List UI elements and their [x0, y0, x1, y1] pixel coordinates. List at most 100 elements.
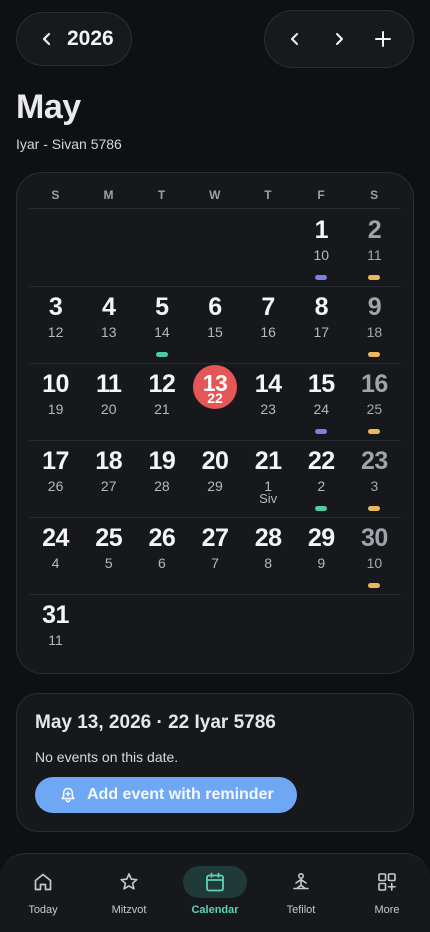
day-cell[interactable]: 14 23: [242, 364, 295, 440]
hebrew-day-number: 2: [317, 478, 326, 494]
event-indicator-yellow: [368, 429, 381, 434]
hebrew-day-number: 10: [313, 247, 330, 263]
empty-day-cell: [188, 210, 241, 286]
calendar-week-row: 31 11: [29, 595, 401, 672]
hebrew-day-number: 17: [313, 324, 330, 340]
star-icon: [120, 873, 138, 890]
calendar-weeks: 1 10 2 11 3 12 4 13 5 14 6 15 7 16 8 17 9 18 10 19 11 20 12 21 1…: [29, 210, 401, 672]
day-cell[interactable]: 7 16: [242, 287, 295, 363]
hebrew-day-number: 4: [51, 555, 60, 571]
event-indicator-yellow: [368, 352, 381, 357]
day-cell[interactable]: 27 7: [188, 518, 241, 594]
day-number: 6: [208, 293, 222, 321]
nav-item-today[interactable]: Today: [0, 866, 86, 932]
day-cell[interactable]: 8 17: [295, 287, 348, 363]
hebrew-day-number: 25: [366, 401, 383, 417]
no-events-text: No events on this date.: [35, 749, 179, 765]
weekday-label: M: [103, 188, 114, 202]
empty-day-cell: [348, 595, 401, 672]
hebrew-day-number: 21: [154, 401, 170, 417]
day-cell[interactable]: 29 9: [295, 518, 348, 594]
hebrew-day-number: 14: [154, 324, 170, 340]
day-number: 20: [201, 447, 229, 475]
day-cell[interactable]: 30 10: [348, 518, 401, 594]
hebrew-day-number: 29: [207, 478, 223, 494]
weekday-label: T: [264, 188, 273, 202]
day-cell[interactable]: 5 14: [135, 287, 188, 363]
day-cell[interactable]: 21 1 Siv: [242, 441, 295, 517]
hebrew-day-number: 23: [260, 401, 276, 417]
day-cell[interactable]: 6 15: [188, 287, 241, 363]
day-number: 27: [201, 524, 229, 552]
day-number: 7: [261, 293, 275, 321]
day-number: 10: [42, 370, 69, 398]
day-number: 5: [155, 293, 169, 321]
weekday-header: S M T W T F S: [29, 173, 401, 209]
hebrew-month-label: Siv: [259, 491, 278, 506]
day-cell[interactable]: 28 8: [242, 518, 295, 594]
day-cell[interactable]: 11 20: [82, 364, 135, 440]
nav-label: More: [374, 904, 400, 916]
chevron-right-icon: [336, 33, 343, 45]
day-number: 24: [42, 524, 69, 552]
day-cell[interactable]: 12 21: [135, 364, 188, 440]
day-number: 25: [95, 524, 123, 552]
day-number: 2: [367, 216, 382, 244]
day-cell[interactable]: 23 3: [348, 441, 401, 517]
event-indicator-purple: [315, 429, 328, 434]
hebrew-day-number: 18: [366, 324, 383, 340]
day-number: 14: [254, 370, 282, 398]
day-cell[interactable]: 19 28: [135, 441, 188, 517]
day-number: 9: [367, 293, 382, 321]
day-cell[interactable]: 24 4: [29, 518, 82, 594]
day-cell[interactable]: 4 13: [82, 287, 135, 363]
calendar-week-row: 10 19 11 20 12 21 13 22 14 23 15 24 16 25: [29, 364, 401, 441]
hebrew-day-number: 16: [260, 324, 276, 340]
hebrew-day-number: 20: [100, 401, 117, 417]
day-cell[interactable]: 2 11: [348, 210, 401, 286]
nav-item-mitzvot[interactable]: Mitzvot: [86, 866, 172, 932]
day-cell[interactable]: 16 25: [348, 364, 401, 440]
next-month-button[interactable]: [321, 21, 357, 57]
day-cell-today[interactable]: 13 22: [188, 364, 241, 440]
month-title: May: [16, 88, 81, 126]
day-cell[interactable]: 17 26: [29, 441, 82, 517]
day-cell[interactable]: 15 24: [295, 364, 348, 440]
grid-plus-icon: [378, 873, 396, 891]
empty-day-cell: [135, 210, 188, 286]
day-cell[interactable]: 31 11: [29, 595, 82, 672]
chevron-left-icon: [42, 32, 51, 46]
day-cell[interactable]: 22 2: [295, 441, 348, 517]
hebrew-day-number: 8: [264, 555, 273, 571]
day-cell[interactable]: 9 18: [348, 287, 401, 363]
day-cell[interactable]: 18 27: [82, 441, 135, 517]
event-indicator-yellow: [368, 275, 381, 280]
nav-item-calendar[interactable]: Calendar: [172, 866, 258, 932]
day-cell[interactable]: 20 29: [188, 441, 241, 517]
hebrew-month-range: Iyar - Sivan 5786: [16, 136, 122, 152]
nav-label: Calendar: [191, 904, 239, 916]
hebrew-day-number: 3: [370, 478, 379, 494]
day-number: 23: [361, 447, 388, 475]
previous-month-button[interactable]: [277, 21, 313, 57]
add-event-reminder-label: Add event with reminder: [87, 786, 274, 803]
day-cell[interactable]: 25 5: [82, 518, 135, 594]
calendar-icon: [206, 872, 224, 892]
event-indicator-yellow: [368, 506, 381, 511]
day-number: 18: [95, 447, 123, 475]
day-number: 15: [307, 370, 335, 398]
empty-day-cell: [82, 210, 135, 286]
add-event-button[interactable]: [365, 21, 401, 57]
add-event-reminder-button[interactable]: Add event with reminder: [35, 777, 297, 813]
nav-item-more[interactable]: More: [344, 866, 430, 932]
nav-item-tefilot[interactable]: Tefilot: [258, 866, 344, 932]
day-cell[interactable]: 26 6: [135, 518, 188, 594]
nav-label: Mitzvot: [111, 904, 147, 916]
weekday-label: F: [317, 188, 326, 202]
day-number: 11: [95, 370, 122, 398]
day-cell[interactable]: 10 19: [29, 364, 82, 440]
empty-day-cell: [82, 595, 135, 672]
year-back-button[interactable]: 2026: [16, 12, 132, 66]
day-cell[interactable]: 3 12: [29, 287, 82, 363]
day-cell[interactable]: 1 10: [295, 210, 348, 286]
